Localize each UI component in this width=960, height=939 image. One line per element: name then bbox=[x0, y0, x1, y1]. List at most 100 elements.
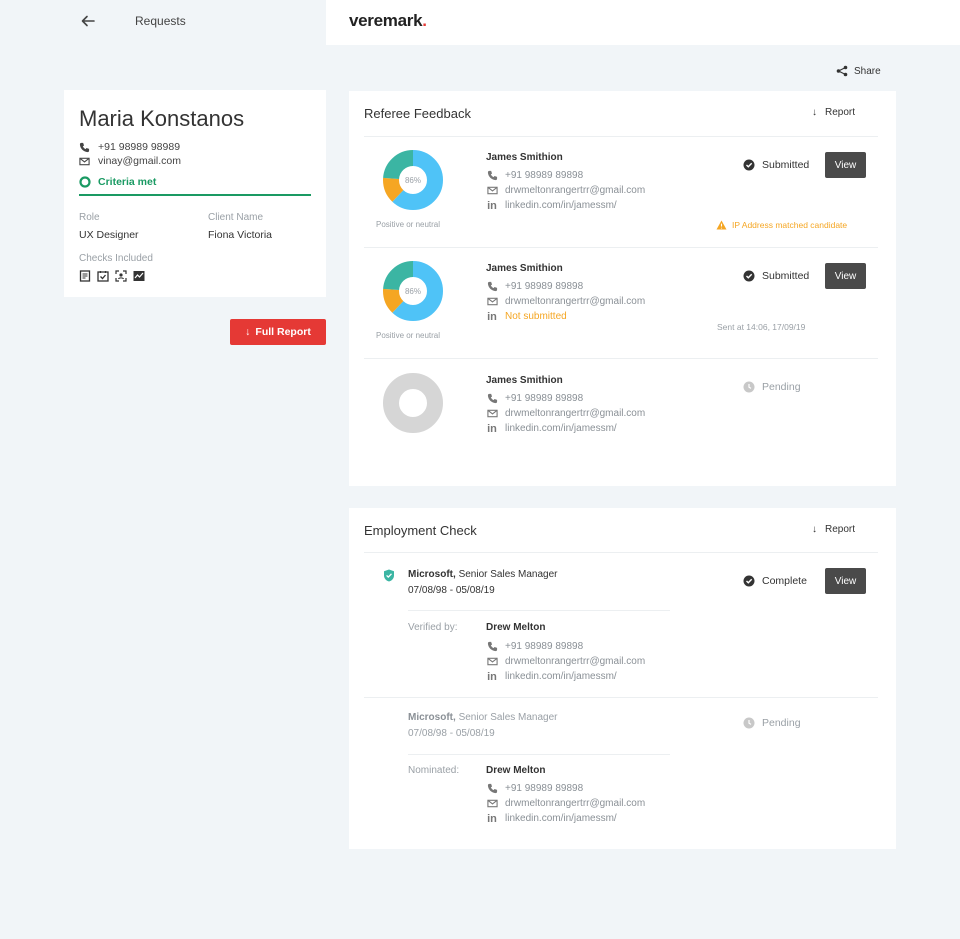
referee-phone: +91 98989 89898 bbox=[485, 279, 645, 294]
check-circle-icon bbox=[743, 159, 755, 171]
status-badge: Pending bbox=[743, 381, 801, 393]
status-badge: Pending bbox=[743, 717, 801, 729]
verifier-linkedin[interactable]: in linkedin.com/in/jamessm/ bbox=[485, 669, 645, 684]
referee-contacts: +91 98989 89898 drwmeltonrangertrr@gmail… bbox=[485, 391, 645, 436]
referee-linkedin[interactable]: in linkedin.com/in/jamessm/ bbox=[485, 421, 645, 436]
criteria-divider bbox=[79, 194, 311, 196]
candidate-card: Maria Konstanos +91 98989 98989 vinay@gm… bbox=[64, 90, 326, 297]
nominee-linkedin[interactable]: in linkedin.com/in/jamessm/ bbox=[485, 811, 645, 826]
page-title: Requests bbox=[135, 14, 186, 28]
share-icon bbox=[836, 65, 848, 77]
linkedin-icon: in bbox=[487, 812, 497, 825]
view-button[interactable]: View bbox=[825, 263, 866, 289]
ip-warning: IP Address matched candidate bbox=[716, 220, 847, 230]
nominee-email[interactable]: drwmeltonrangertrr@gmail.com bbox=[485, 796, 645, 811]
share-label: Share bbox=[854, 65, 881, 77]
verifier-contacts: +91 98989 89898 drwmeltonrangertrr@gmail… bbox=[485, 639, 645, 684]
status-badge: Submitted bbox=[743, 270, 809, 282]
referee-email[interactable]: drwmeltonrangertrr@gmail.com bbox=[485, 294, 645, 309]
id-scan-icon[interactable] bbox=[115, 270, 127, 282]
referee-report-button[interactable]: ↓ Report bbox=[812, 107, 855, 118]
linkedin-icon: in bbox=[487, 310, 497, 323]
sentiment-donut: 86% bbox=[383, 150, 443, 210]
phone-icon bbox=[485, 170, 499, 181]
verifier-email[interactable]: drwmeltonrangertrr@gmail.com bbox=[485, 654, 645, 669]
sentiment-donut: 86% bbox=[383, 261, 443, 321]
sent-timestamp: Sent at 14:06, 17/09/19 bbox=[717, 322, 806, 332]
phone-icon bbox=[485, 393, 499, 404]
referee-contacts: +91 98989 89898 drwmeltonrangertrr@gmail… bbox=[485, 279, 645, 324]
download-arrow-icon: ↓ bbox=[812, 107, 817, 118]
nominee-name: Drew Melton bbox=[486, 765, 546, 776]
referee-phone: +91 98989 89898 bbox=[485, 391, 645, 406]
referee-linkedin: in Not submitted bbox=[485, 309, 645, 324]
candidate-name: Maria Konstanos bbox=[79, 106, 245, 131]
calendar-check-icon[interactable] bbox=[97, 270, 109, 282]
divider bbox=[364, 136, 878, 137]
employment-dates: 07/08/98 - 05/08/19 bbox=[408, 585, 495, 596]
criteria-ring-icon bbox=[79, 176, 91, 188]
share-button[interactable]: Share bbox=[836, 65, 881, 77]
donut-percentage: 86% bbox=[405, 287, 421, 296]
mail-icon bbox=[485, 408, 499, 419]
donut-caption: Positive or neutral bbox=[376, 220, 441, 229]
employment-title: Microsoft, Senior Sales Manager bbox=[408, 569, 558, 580]
divider bbox=[364, 358, 878, 359]
referee-linkedin[interactable]: in linkedin.com/in/jamessm/ bbox=[485, 198, 645, 213]
mail-icon bbox=[485, 296, 499, 307]
employment-report-button[interactable]: ↓ Report bbox=[812, 524, 855, 535]
referee-name: James Smithion bbox=[486, 375, 563, 386]
status-badge: Submitted bbox=[743, 159, 809, 171]
checks-icons bbox=[79, 270, 145, 282]
referee-name: James Smithion bbox=[486, 263, 563, 274]
divider bbox=[408, 610, 670, 611]
document-check-icon[interactable] bbox=[79, 270, 91, 282]
view-button[interactable]: View bbox=[825, 568, 866, 594]
view-button[interactable]: View bbox=[825, 152, 866, 178]
pending-donut bbox=[383, 373, 443, 433]
phone-icon bbox=[485, 281, 499, 292]
verifier-name: Drew Melton bbox=[486, 622, 546, 633]
candidate-phone: +91 98989 98989 bbox=[79, 141, 180, 153]
donut-percentage: 86% bbox=[405, 176, 421, 185]
checks-label: Checks Included bbox=[79, 253, 153, 264]
mail-icon bbox=[485, 656, 499, 667]
download-arrow-icon: ↓ bbox=[812, 524, 817, 535]
mail-icon bbox=[485, 798, 499, 809]
referee-contacts: +91 98989 89898 drwmeltonrangertrr@gmail… bbox=[485, 168, 645, 213]
referee-name: James Smithion bbox=[486, 152, 563, 163]
verifier-phone: +91 98989 89898 bbox=[485, 639, 645, 654]
status-badge: Complete bbox=[743, 575, 807, 587]
referee-phone: +91 98989 89898 bbox=[485, 168, 645, 183]
mail-icon bbox=[79, 156, 90, 167]
chart-check-icon[interactable] bbox=[133, 270, 145, 282]
panel-title: Referee Feedback bbox=[364, 106, 471, 121]
divider bbox=[364, 247, 878, 248]
referee-email[interactable]: drwmeltonrangertrr@gmail.com bbox=[485, 406, 645, 421]
clock-icon bbox=[743, 717, 755, 729]
role-value: UX Designer bbox=[79, 229, 139, 241]
linkedin-icon: in bbox=[487, 670, 497, 683]
employment-dates: 07/08/98 - 05/08/19 bbox=[408, 728, 495, 739]
phone-icon bbox=[485, 783, 499, 794]
full-report-button[interactable]: ↓ Full Report bbox=[230, 319, 326, 345]
role-label: Role bbox=[79, 212, 100, 223]
back-arrow-icon[interactable] bbox=[80, 13, 96, 29]
donut-caption: Positive or neutral bbox=[376, 331, 441, 340]
phone-icon bbox=[79, 142, 90, 153]
mail-icon bbox=[485, 185, 499, 196]
check-circle-icon bbox=[743, 270, 755, 282]
client-label: Client Name bbox=[208, 212, 264, 223]
warning-icon bbox=[716, 220, 727, 230]
panel-title: Employment Check bbox=[364, 523, 477, 538]
criteria-status: Criteria met bbox=[79, 176, 156, 188]
employment-check-panel: Employment Check ↓ Report Microsoft, Sen… bbox=[349, 508, 896, 849]
employment-title: Microsoft, Senior Sales Manager bbox=[408, 712, 558, 723]
divider bbox=[408, 754, 670, 755]
referee-email[interactable]: drwmeltonrangertrr@gmail.com bbox=[485, 183, 645, 198]
phone-icon bbox=[485, 641, 499, 652]
check-circle-icon bbox=[743, 575, 755, 587]
logo[interactable]: veremark. bbox=[349, 11, 427, 31]
referee-feedback-panel: Referee Feedback ↓ Report 86% Positive o… bbox=[349, 91, 896, 486]
nominated-label: Nominated: bbox=[408, 765, 460, 776]
